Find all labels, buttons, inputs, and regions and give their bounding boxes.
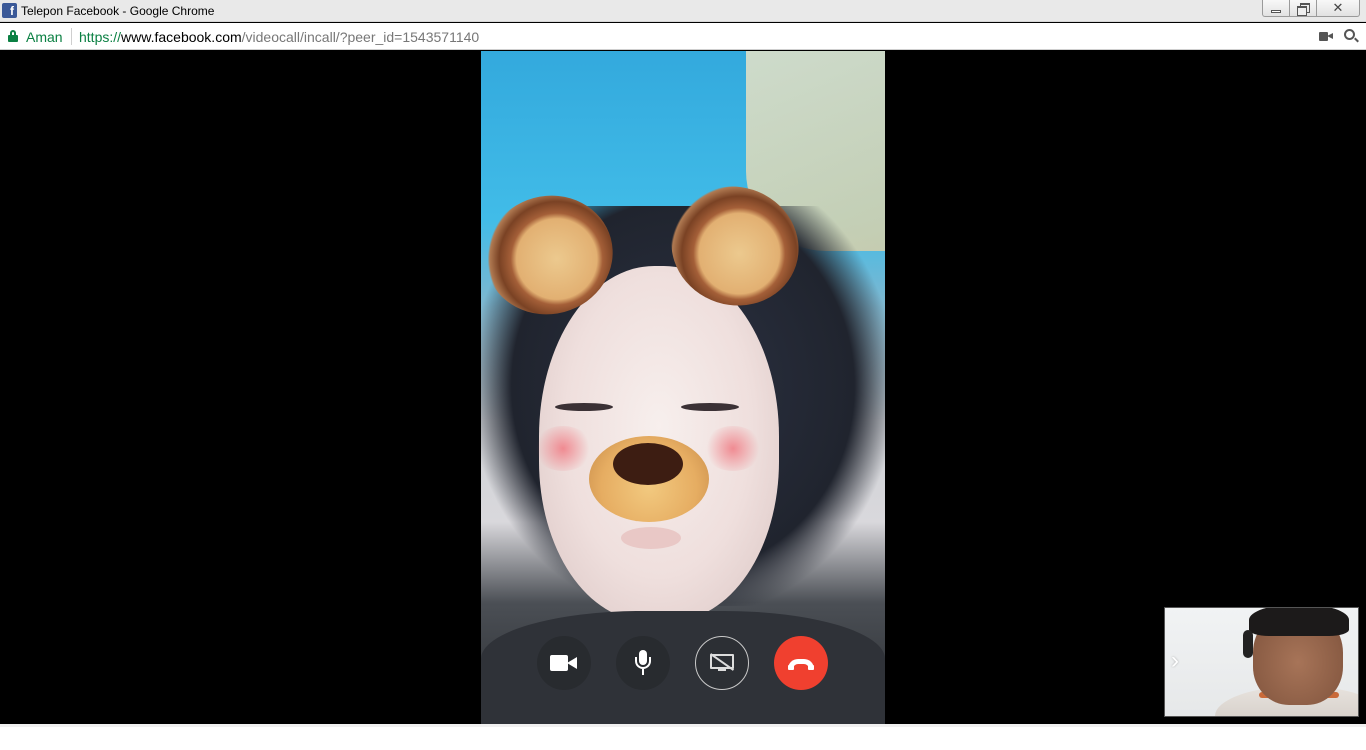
call-controls <box>537 636 837 692</box>
secure-label[interactable]: Aman <box>26 29 63 45</box>
call-stage: › <box>0 51 1366 724</box>
zoom-icon[interactable] <box>1344 29 1359 43</box>
mic-toggle-button[interactable] <box>616 636 670 690</box>
video-toggle-button[interactable] <box>537 636 591 690</box>
url-scheme: https:// <box>79 29 122 45</box>
screen-share-button[interactable] <box>695 636 749 690</box>
hang-up-icon <box>788 657 814 670</box>
restore-button[interactable] <box>1289 0 1317 17</box>
headset-icon <box>1243 630 1253 658</box>
address-separator <box>71 28 72 45</box>
screen-share-off-icon <box>709 653 735 672</box>
chevron-right-icon[interactable]: › <box>1171 646 1181 676</box>
minimize-icon <box>1271 9 1281 13</box>
minimize-button[interactable] <box>1262 0 1290 17</box>
facebook-icon: f <box>2 3 17 18</box>
camera-icon[interactable] <box>1319 32 1333 41</box>
url-field[interactable]: https://www.facebook.com/videocall/incal… <box>79 29 479 45</box>
microphone-icon <box>635 650 651 676</box>
self-preview-video[interactable]: › <box>1164 607 1359 717</box>
close-icon: ✕ <box>1332 0 1344 15</box>
window-title-bar: f Telepon Facebook - Google Chrome ✕ <box>0 0 1366 22</box>
window-title: Telepon Facebook - Google Chrome <box>21 4 215 18</box>
remote-participant-video <box>481 51 885 724</box>
restore-icon <box>1297 2 1310 16</box>
url-path: /videocall/incall/?peer_id=1543571140 <box>241 29 480 45</box>
bottom-strip <box>0 724 1366 750</box>
video-camera-icon <box>550 655 578 671</box>
window-controls: ✕ <box>1262 0 1360 18</box>
close-button[interactable]: ✕ <box>1316 0 1360 17</box>
lock-icon[interactable] <box>8 30 18 42</box>
url-host: www.facebook.com <box>121 29 242 45</box>
end-call-button[interactable] <box>774 636 828 690</box>
address-bar: Aman https://www.facebook.com/videocall/… <box>0 23 1366 50</box>
